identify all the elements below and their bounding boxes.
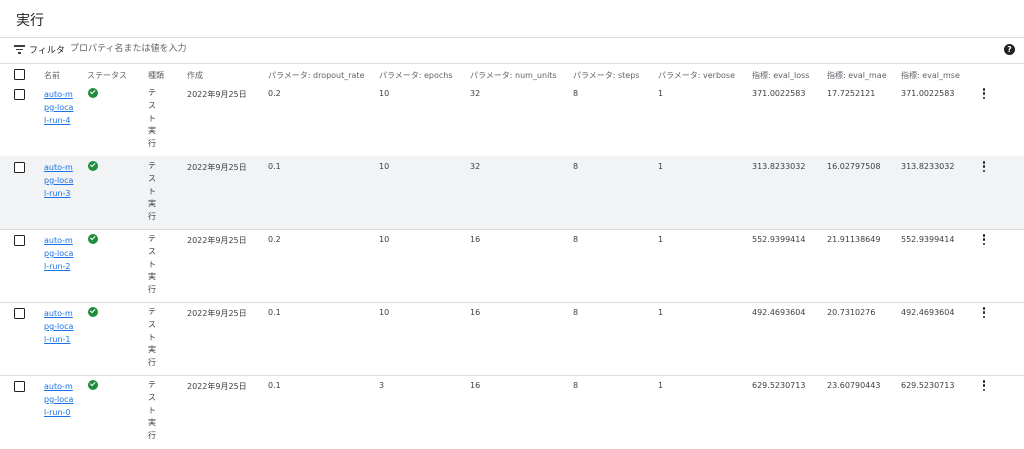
cell-dropout-rate: 0.1 (268, 308, 281, 317)
cell-dropout-rate: 0.2 (268, 89, 281, 98)
cell-eval-mse: 371.0022583 (901, 89, 955, 98)
cell-created: 2022年9月25日 (187, 236, 247, 245)
select-all-checkbox[interactable] (14, 69, 25, 80)
cell-eval-mse: 313.8233032 (901, 162, 955, 171)
cell-num-units: 32 (470, 162, 481, 171)
cell-eval-mse: 629.5230713 (901, 381, 955, 390)
run-name-link[interactable]: auto-mpg-local-run-1 (44, 308, 74, 346)
cell-epochs: 10 (379, 162, 390, 171)
table-row[interactable]: auto-mpg-local-run-0 テスト実行 2022年9月25日 0.1 3 1… (0, 375, 1024, 448)
table-row[interactable]: auto-mpg-local-run-4 テスト実行 2022年9月25日 0.2 10… (0, 83, 1024, 156)
more-vert-icon[interactable] (982, 307, 986, 321)
more-vert-icon[interactable] (982, 234, 986, 248)
row-checkbox[interactable] (14, 381, 25, 392)
cell-eval-mae: 23.60790443 (827, 381, 881, 390)
column-header-steps[interactable]: パラメータ: steps (573, 70, 639, 81)
cell-steps: 8 (573, 89, 579, 98)
cell-steps: 8 (573, 235, 579, 244)
cell-created: 2022年9月25日 (187, 163, 247, 172)
filter-icon[interactable] (14, 45, 25, 54)
cell-eval-loss: 552.9399414 (752, 235, 806, 244)
column-header-name[interactable]: 名前 (44, 70, 60, 81)
help-icon[interactable]: ? (1004, 44, 1015, 55)
cell-eval-mae: 17.7252121 (827, 89, 876, 98)
column-header-status[interactable]: ステータス (87, 70, 127, 81)
filter-label[interactable]: フィルタ (29, 43, 65, 56)
table-row[interactable]: auto-mpg-local-run-2 テスト実行 2022年9月25日 0.2 10… (0, 229, 1024, 302)
cell-eval-loss: 371.0022583 (752, 89, 806, 98)
cell-eval-mae: 16.02797508 (827, 162, 881, 171)
cell-dropout-rate: 0.1 (268, 381, 281, 390)
cell-eval-loss: 492.4693604 (752, 308, 806, 317)
cell-type: テスト実行 (148, 380, 156, 441)
cell-eval-mse: 492.4693604 (901, 308, 955, 317)
status-success-icon (88, 380, 98, 390)
cell-steps: 8 (573, 308, 579, 317)
cell-eval-mse: 552.9399414 (901, 235, 955, 244)
cell-created: 2022年9月25日 (187, 382, 247, 391)
cell-steps: 8 (573, 381, 579, 390)
cell-epochs: 3 (379, 381, 385, 390)
cell-steps: 8 (573, 162, 579, 171)
cell-verbose: 1 (658, 308, 664, 317)
column-header-eval-mae[interactable]: 指標: eval_mae (827, 70, 887, 81)
cell-epochs: 10 (379, 89, 390, 98)
run-name-link[interactable]: auto-mpg-local-run-4 (44, 89, 74, 127)
status-success-icon (88, 307, 98, 317)
filter-input[interactable] (70, 41, 670, 57)
column-header-dropout-rate[interactable]: パラメータ: dropout_rate (268, 70, 365, 81)
cell-num-units: 16 (470, 308, 481, 317)
status-success-icon (88, 234, 98, 244)
cell-eval-mae: 21.91138649 (827, 235, 881, 244)
table-header: 名前 ステータス 種類 作成 パラメータ: dropout_rate パラメータ… (0, 64, 1024, 83)
status-success-icon (88, 161, 98, 171)
cell-verbose: 1 (658, 162, 664, 171)
cell-type: テスト実行 (148, 88, 156, 149)
page-title: 実行 (16, 13, 44, 29)
run-name-link[interactable]: auto-mpg-local-run-2 (44, 235, 74, 273)
row-checkbox[interactable] (14, 235, 25, 246)
row-checkbox[interactable] (14, 308, 25, 319)
column-header-verbose[interactable]: パラメータ: verbose (658, 70, 735, 81)
run-name-link[interactable]: auto-mpg-local-run-3 (44, 162, 74, 200)
table-row[interactable]: auto-mpg-local-run-1 テスト実行 2022年9月25日 0.1 10… (0, 302, 1024, 375)
filter-bar: フィルタ (0, 38, 1024, 62)
status-success-icon (88, 88, 98, 98)
column-header-type[interactable]: 種類 (148, 70, 164, 81)
cell-num-units: 16 (470, 235, 481, 244)
cell-type: テスト実行 (148, 307, 156, 368)
cell-verbose: 1 (658, 89, 664, 98)
column-header-eval-loss[interactable]: 指標: eval_loss (752, 70, 809, 81)
more-vert-icon[interactable] (982, 88, 986, 102)
cell-epochs: 10 (379, 308, 390, 317)
more-vert-icon[interactable] (982, 380, 986, 394)
cell-type: テスト実行 (148, 161, 156, 222)
run-name-link[interactable]: auto-mpg-local-run-0 (44, 381, 74, 419)
cell-num-units: 32 (470, 89, 481, 98)
cell-type: テスト実行 (148, 234, 156, 295)
cell-eval-loss: 629.5230713 (752, 381, 806, 390)
row-checkbox[interactable] (14, 89, 25, 100)
cell-eval-loss: 313.8233032 (752, 162, 806, 171)
column-header-num-units[interactable]: パラメータ: num_units (470, 70, 557, 81)
cell-created: 2022年9月25日 (187, 90, 247, 99)
cell-dropout-rate: 0.1 (268, 162, 281, 171)
cell-verbose: 1 (658, 235, 664, 244)
cell-verbose: 1 (658, 381, 664, 390)
cell-created: 2022年9月25日 (187, 309, 247, 318)
column-header-epochs[interactable]: パラメータ: epochs (379, 70, 453, 81)
cell-dropout-rate: 0.2 (268, 235, 281, 244)
column-header-created[interactable]: 作成 (187, 70, 203, 81)
table-row[interactable]: auto-mpg-local-run-3 テスト実行 2022年9月25日 0.1 10… (0, 156, 1024, 229)
more-vert-icon[interactable] (982, 161, 986, 175)
row-checkbox[interactable] (14, 162, 25, 173)
column-header-eval-mse[interactable]: 指標: eval_mse (901, 70, 960, 81)
cell-eval-mae: 20.7310276 (827, 308, 876, 317)
cell-num-units: 16 (470, 381, 481, 390)
cell-epochs: 10 (379, 235, 390, 244)
